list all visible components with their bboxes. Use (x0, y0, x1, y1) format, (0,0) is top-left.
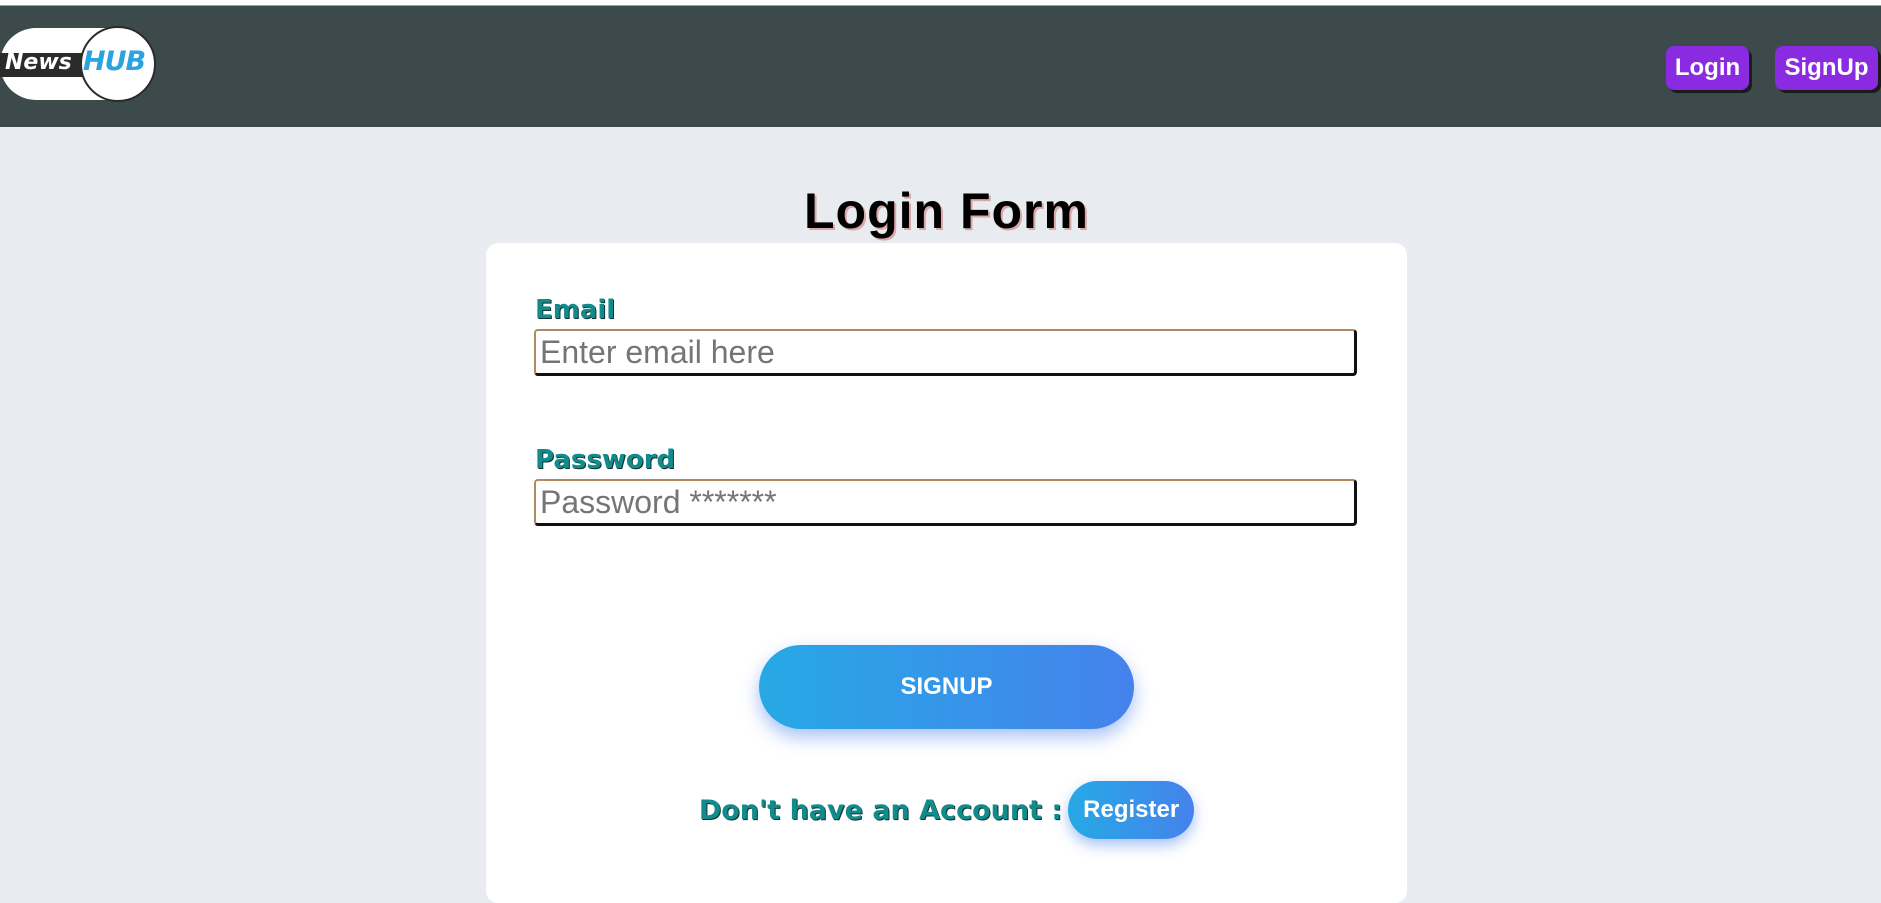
password-field[interactable] (534, 479, 1357, 526)
login-form-card: Email Password SIGNUP Don't have an Acco… (486, 243, 1407, 903)
nav-login-button[interactable]: Login (1666, 46, 1749, 90)
signup-submit-button[interactable]: SIGNUP (759, 645, 1134, 729)
email-field[interactable] (534, 329, 1357, 376)
nav-signup-button[interactable]: SignUp (1775, 46, 1878, 90)
logo-news-text: News (5, 50, 72, 75)
newshub-logo[interactable]: News HUB (0, 26, 156, 102)
account-prompt-row: Don't have an Account : Register (486, 781, 1407, 839)
page-title: Login Form (804, 183, 1089, 239)
logo-hub-text: HUB (83, 46, 146, 77)
navbar: News HUB Login SignUp (0, 6, 1881, 127)
account-prompt-text: Don't have an Account : (698, 794, 1063, 826)
register-button[interactable]: Register (1068, 781, 1195, 839)
password-label: Password (535, 445, 676, 475)
email-label: Email (535, 295, 616, 325)
